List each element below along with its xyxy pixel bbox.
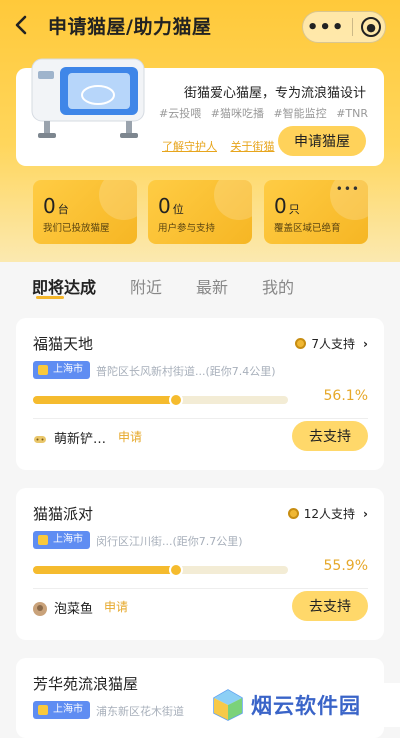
chevron-right-icon: › bbox=[363, 506, 368, 521]
stat-number: 0 bbox=[158, 194, 171, 218]
support-text: 12人支持 bbox=[303, 507, 356, 521]
house-name: 猫猫派对 bbox=[33, 505, 94, 523]
stat-value: 0位 bbox=[158, 194, 184, 218]
stat-neutered: ••• 0只 覆盖区域已绝育 bbox=[264, 180, 368, 244]
applicant-status: 申请 bbox=[118, 430, 143, 444]
progress-percent: 55.9% bbox=[323, 558, 368, 574]
watermark-text: 烟云软件园 bbox=[251, 694, 361, 718]
stat-label: 用户参与支持 bbox=[158, 223, 216, 234]
intro-links: 了解守护人 关于街猫 bbox=[162, 138, 285, 154]
stat-decoration bbox=[99, 180, 137, 220]
support-button[interactable]: 去支持 bbox=[292, 591, 368, 621]
progress-percent: 56.1% bbox=[323, 388, 368, 404]
slogan-text: 街猫爱心猫屋，专为流浪猫设计 bbox=[183, 86, 366, 101]
applicant-name: 泡菜鱼 bbox=[54, 602, 94, 617]
medal-icon bbox=[287, 508, 299, 519]
stat-label: 我们已投放猫屋 bbox=[43, 223, 110, 234]
tab-upcoming[interactable]: 即将达成 bbox=[32, 274, 96, 298]
city-badge: 上海市 bbox=[33, 531, 90, 549]
progress-fill bbox=[33, 563, 183, 577]
city-badge: 上海市 bbox=[33, 701, 90, 719]
tab-active-indicator bbox=[36, 296, 64, 299]
stat-unit: 位 bbox=[172, 203, 184, 216]
applicant-name: 萌新铲… bbox=[54, 432, 107, 447]
support-count[interactable]: 7人支持 › bbox=[295, 335, 368, 352]
address-text: 浦东新区花木街道 bbox=[96, 705, 184, 718]
tag: #云投喂 bbox=[159, 107, 202, 120]
house-name: 芳华苑流浪猫屋 bbox=[33, 675, 139, 693]
stat-decoration bbox=[214, 180, 252, 220]
watermark-logo-icon bbox=[213, 689, 243, 721]
close-icon[interactable]: ● bbox=[361, 17, 382, 37]
stat-unit: 台 bbox=[57, 203, 69, 216]
progress-bar bbox=[33, 563, 288, 577]
capsule-divider bbox=[352, 18, 354, 36]
mini-program-capsule: ••• ● bbox=[302, 11, 386, 43]
tag-list: #云投喂 #猫咪吃播 #智能监控 #TNR bbox=[153, 105, 368, 121]
cat-house-card[interactable]: 福猫天地 7人支持 › 上海市 普陀区长风新村街道...(距你7.4公里) 56… bbox=[16, 318, 384, 470]
page-title: 申请猫屋/助力猫屋 bbox=[48, 16, 212, 38]
applicant-status: 申请 bbox=[104, 600, 129, 614]
tag: #TNR bbox=[336, 107, 368, 120]
medal-icon bbox=[295, 338, 307, 349]
tab-nearby[interactable]: 附近 bbox=[130, 274, 162, 298]
apply-cat-house-button[interactable]: 申请猫屋 bbox=[278, 126, 366, 156]
stat-label: 覆盖区域已绝育 bbox=[274, 223, 341, 234]
cat-house-card[interactable]: 猫猫派对 12人支持 › 上海市 闵行区江川街...(距你7.7公里) 55.9… bbox=[16, 488, 384, 640]
nav-bar: 申请猫屋/助力猫屋 ••• ● bbox=[0, 0, 400, 56]
address-text: 普陀区长风新村街道...(距你7.4公里) bbox=[96, 365, 276, 378]
support-count[interactable]: 12人支持 › bbox=[287, 505, 368, 522]
stat-number: 0 bbox=[43, 194, 56, 218]
guardian-link[interactable]: 了解守护人 bbox=[162, 140, 217, 153]
stat-houses: 0台 我们已投放猫屋 bbox=[33, 180, 137, 244]
stat-value: 0只 bbox=[274, 194, 300, 218]
tab-mine[interactable]: 我的 bbox=[262, 274, 294, 298]
tag: #智能监控 bbox=[273, 107, 327, 120]
stat-unit: 只 bbox=[288, 203, 300, 216]
support-button[interactable]: 去支持 bbox=[292, 421, 368, 451]
stat-number: 0 bbox=[274, 194, 287, 218]
cat-house-image bbox=[26, 55, 154, 143]
progress-fill bbox=[33, 393, 184, 407]
tag: #猫咪吃播 bbox=[210, 107, 264, 120]
more-icon[interactable]: ••• bbox=[307, 17, 345, 38]
support-text: 7人支持 bbox=[311, 337, 356, 351]
city-badge: 上海市 bbox=[33, 361, 90, 379]
progress-bar bbox=[33, 393, 288, 407]
divider bbox=[33, 588, 368, 589]
avatar bbox=[33, 601, 47, 616]
about-link[interactable]: 关于街猫 bbox=[231, 140, 275, 153]
tab-bar: 即将达成 附近 最新 我的 bbox=[0, 262, 400, 310]
chevron-right-icon: › bbox=[363, 336, 368, 351]
house-name: 福猫天地 bbox=[33, 335, 94, 353]
progress-knob bbox=[168, 563, 183, 577]
more-icon[interactable]: ••• bbox=[336, 182, 360, 196]
watermark: 烟云软件园 bbox=[205, 683, 400, 727]
back-icon[interactable] bbox=[14, 14, 34, 42]
game-controller-icon bbox=[33, 431, 47, 445]
stat-users: 0位 用户参与支持 bbox=[148, 180, 252, 244]
address-text: 闵行区江川街...(距你7.7公里) bbox=[96, 535, 243, 548]
stat-value: 0台 bbox=[43, 194, 69, 218]
progress-knob bbox=[169, 393, 184, 407]
divider bbox=[33, 418, 368, 419]
tab-latest[interactable]: 最新 bbox=[196, 274, 228, 298]
